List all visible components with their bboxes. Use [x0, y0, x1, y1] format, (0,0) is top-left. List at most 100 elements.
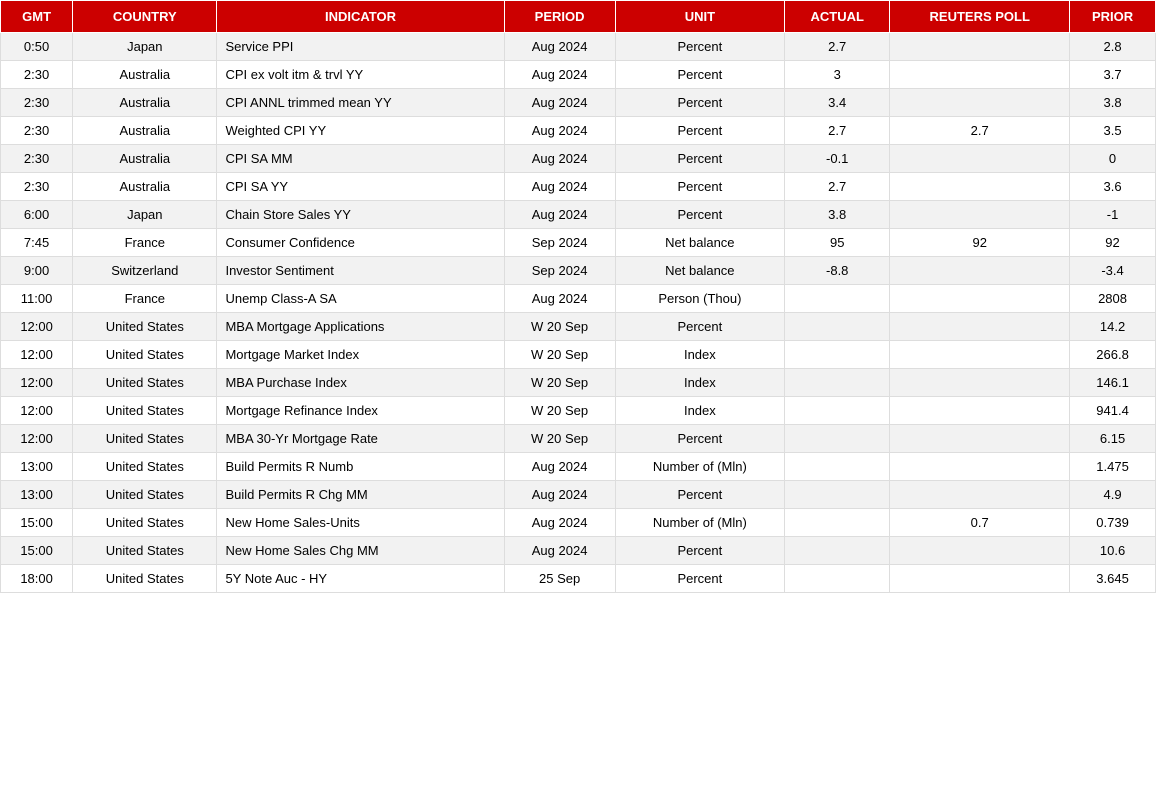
gmt-cell: 12:00	[1, 425, 73, 453]
unit-cell: Person (Thou)	[615, 285, 784, 313]
period-cell: Aug 2024	[504, 537, 615, 565]
unit-cell: Number of (Mln)	[615, 509, 784, 537]
country-cell: Australia	[73, 117, 217, 145]
period-cell: W 20 Sep	[504, 369, 615, 397]
poll-cell	[890, 257, 1070, 285]
period-cell: W 20 Sep	[504, 397, 615, 425]
country-cell: Switzerland	[73, 257, 217, 285]
table-row: 2:30AustraliaCPI ex volt itm & trvl YYAu…	[1, 61, 1156, 89]
unit-cell: Percent	[615, 61, 784, 89]
indicator-cell: MBA Purchase Index	[217, 369, 504, 397]
period-cell: Aug 2024	[504, 509, 615, 537]
gmt-cell: 11:00	[1, 285, 73, 313]
gmt-cell: 12:00	[1, 397, 73, 425]
indicator-cell: Mortgage Refinance Index	[217, 397, 504, 425]
indicator-cell: Weighted CPI YY	[217, 117, 504, 145]
prior-cell: 3.6	[1070, 173, 1156, 201]
gmt-cell: 2:30	[1, 117, 73, 145]
unit-cell: Percent	[615, 117, 784, 145]
country-cell: Australia	[73, 89, 217, 117]
poll-cell	[890, 89, 1070, 117]
poll-cell	[890, 33, 1070, 61]
poll-cell	[890, 369, 1070, 397]
country-cell: United States	[73, 537, 217, 565]
prior-cell: 3.5	[1070, 117, 1156, 145]
poll-cell	[890, 173, 1070, 201]
actual-cell	[785, 481, 890, 509]
column-header-unit: UNIT	[615, 1, 784, 33]
gmt-cell: 2:30	[1, 61, 73, 89]
table-row: 2:30AustraliaCPI SA MMAug 2024Percent-0.…	[1, 145, 1156, 173]
period-cell: Aug 2024	[504, 145, 615, 173]
gmt-cell: 12:00	[1, 313, 73, 341]
gmt-cell: 12:00	[1, 369, 73, 397]
period-cell: Aug 2024	[504, 89, 615, 117]
actual-cell	[785, 453, 890, 481]
poll-cell	[890, 565, 1070, 593]
actual-cell	[785, 425, 890, 453]
poll-cell	[890, 341, 1070, 369]
column-header-indicator: INDICATOR	[217, 1, 504, 33]
country-cell: Australia	[73, 145, 217, 173]
table-row: 13:00United StatesBuild Permits R Chg MM…	[1, 481, 1156, 509]
gmt-cell: 13:00	[1, 453, 73, 481]
table-row: 12:00United StatesMBA 30-Yr Mortgage Rat…	[1, 425, 1156, 453]
indicator-cell: Mortgage Market Index	[217, 341, 504, 369]
indicator-cell: Build Permits R Chg MM	[217, 481, 504, 509]
indicator-cell: New Home Sales-Units	[217, 509, 504, 537]
period-cell: Aug 2024	[504, 61, 615, 89]
table-row: 12:00United StatesMBA Mortgage Applicati…	[1, 313, 1156, 341]
period-cell: Aug 2024	[504, 481, 615, 509]
gmt-cell: 15:00	[1, 537, 73, 565]
country-cell: United States	[73, 565, 217, 593]
period-cell: Aug 2024	[504, 173, 615, 201]
prior-cell: 10.6	[1070, 537, 1156, 565]
period-cell: W 20 Sep	[504, 425, 615, 453]
gmt-cell: 13:00	[1, 481, 73, 509]
column-header-country: COUNTRY	[73, 1, 217, 33]
actual-cell	[785, 369, 890, 397]
column-header-reuters-poll: REUTERS POLL	[890, 1, 1070, 33]
prior-cell: 0.739	[1070, 509, 1156, 537]
period-cell: Aug 2024	[504, 33, 615, 61]
poll-cell: 92	[890, 229, 1070, 257]
actual-cell	[785, 285, 890, 313]
gmt-cell: 15:00	[1, 509, 73, 537]
unit-cell: Number of (Mln)	[615, 453, 784, 481]
gmt-cell: 6:00	[1, 201, 73, 229]
unit-cell: Percent	[615, 201, 784, 229]
indicator-cell: MBA 30-Yr Mortgage Rate	[217, 425, 504, 453]
actual-cell	[785, 537, 890, 565]
country-cell: Japan	[73, 201, 217, 229]
gmt-cell: 2:30	[1, 89, 73, 117]
gmt-cell: 2:30	[1, 173, 73, 201]
indicator-cell: CPI ex volt itm & trvl YY	[217, 61, 504, 89]
table-row: 7:45FranceConsumer ConfidenceSep 2024Net…	[1, 229, 1156, 257]
actual-cell	[785, 509, 890, 537]
prior-cell: 266.8	[1070, 341, 1156, 369]
prior-cell: 14.2	[1070, 313, 1156, 341]
period-cell: Aug 2024	[504, 453, 615, 481]
column-header-gmt: GMT	[1, 1, 73, 33]
prior-cell: 3.8	[1070, 89, 1156, 117]
column-header-period: PERIOD	[504, 1, 615, 33]
prior-cell: 4.9	[1070, 481, 1156, 509]
gmt-cell: 0:50	[1, 33, 73, 61]
unit-cell: Index	[615, 341, 784, 369]
period-cell: Aug 2024	[504, 201, 615, 229]
actual-cell: 3.4	[785, 89, 890, 117]
country-cell: United States	[73, 341, 217, 369]
poll-cell	[890, 285, 1070, 313]
country-cell: Australia	[73, 173, 217, 201]
actual-cell: -8.8	[785, 257, 890, 285]
gmt-cell: 9:00	[1, 257, 73, 285]
table-row: 2:30AustraliaCPI SA YYAug 2024Percent2.7…	[1, 173, 1156, 201]
indicator-cell: CPI SA YY	[217, 173, 504, 201]
prior-cell: 2808	[1070, 285, 1156, 313]
gmt-cell: 7:45	[1, 229, 73, 257]
table-row: 12:00United StatesMortgage Market IndexW…	[1, 341, 1156, 369]
poll-cell	[890, 537, 1070, 565]
period-cell: Sep 2024	[504, 257, 615, 285]
period-cell: Aug 2024	[504, 285, 615, 313]
period-cell: Aug 2024	[504, 117, 615, 145]
